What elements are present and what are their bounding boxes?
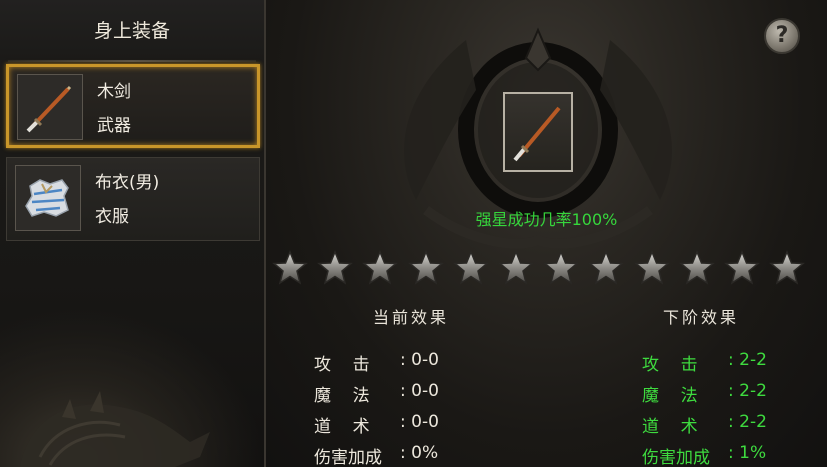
success-rate-text: 强星成功几率100%	[475, 210, 618, 229]
stat-value: : 0-0	[400, 381, 439, 401]
current-stat-attack: 攻 击 : 0-0	[314, 350, 514, 375]
stat-label: 魔 法	[314, 386, 370, 406]
current-stat-taoism: 道 术 : 0-0	[314, 412, 514, 437]
star-icon	[769, 250, 806, 286]
equipment-list-panel: 身上装备 木剑 武器 布衣(男) 衣服	[0, 0, 266, 467]
equipment-type: 衣服	[95, 207, 129, 227]
next-stat-magic: 魔 法 : 2-2	[642, 381, 822, 406]
title-divider	[8, 60, 256, 62]
stat-value: : 2-2	[728, 412, 767, 432]
stat-value: : 2-2	[728, 381, 767, 401]
star-icon	[724, 250, 760, 286]
star-icon	[362, 250, 399, 286]
panel-title: 身上装备	[0, 0, 264, 60]
stat-label: 伤害加成	[642, 448, 710, 467]
star-icon	[272, 250, 308, 286]
star-icon	[588, 250, 625, 286]
upgrade-item-slot	[503, 92, 573, 172]
star-upgrade-panel: ? 强星成功几率100% 当前效果 攻 击 : 0-0 魔 法 : 0-0 道 …	[266, 0, 827, 467]
star-icon	[633, 250, 670, 286]
equipment-upgrade-window: 身上装备 木剑 武器 布衣(男) 衣服 ? 强星成功几率100% 当前效果 攻 …	[0, 0, 827, 467]
star-rating	[272, 250, 822, 286]
equipment-name: 布衣(男)	[95, 173, 160, 193]
wooden-sword-icon	[505, 94, 571, 174]
star-icon	[543, 250, 580, 286]
next-effect-header: 下阶效果	[606, 303, 796, 333]
current-effect-title: 当前效果	[372, 308, 449, 327]
current-stat-magic: 魔 法 : 0-0	[314, 381, 514, 406]
stat-value: : 0-0	[400, 412, 439, 432]
next-stat-taoism: 道 术 : 2-2	[642, 412, 822, 437]
equipment-item-cloth-armor[interactable]: 布衣(男) 衣服	[6, 157, 260, 241]
current-stat-damage-bonus: 伤害加成 : 0%	[314, 443, 514, 467]
stat-value: : 1%	[728, 443, 767, 463]
next-stat-attack: 攻 击 : 2-2	[642, 350, 822, 375]
stat-value: : 0-0	[400, 350, 439, 370]
stat-label: 魔 法	[642, 386, 698, 406]
current-effect-header: 当前效果	[316, 303, 506, 333]
star-icon	[452, 250, 489, 286]
equipment-item-wooden-sword[interactable]: 木剑 武器	[6, 64, 260, 148]
wooden-sword-icon	[17, 74, 83, 140]
equipment-name: 木剑	[97, 82, 131, 102]
star-icon	[678, 250, 715, 286]
stat-label: 攻 击	[314, 355, 370, 375]
star-icon	[498, 250, 534, 286]
star-icon	[407, 250, 444, 286]
stat-label: 道 术	[642, 417, 698, 437]
stat-label: 伤害加成	[314, 448, 382, 467]
decorative-creature-art	[0, 307, 264, 467]
cloth-armor-icon	[15, 165, 81, 231]
stat-label: 攻 击	[642, 355, 698, 375]
stat-value: : 2-2	[728, 350, 767, 370]
stat-label: 道 术	[314, 417, 370, 437]
star-icon	[317, 250, 354, 286]
help-button[interactable]: ?	[764, 18, 800, 54]
equipment-type: 武器	[97, 116, 131, 136]
next-stat-damage-bonus: 伤害加成 : 1%	[642, 443, 822, 467]
stat-value: : 0%	[400, 443, 439, 463]
next-effect-title: 下阶效果	[662, 308, 739, 327]
